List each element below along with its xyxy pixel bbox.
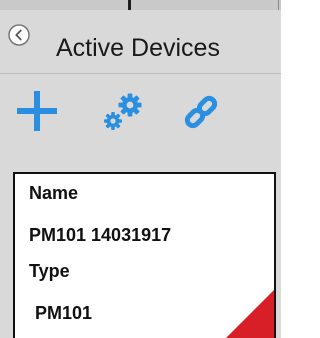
configure-device-button[interactable] (100, 90, 146, 134)
device-card[interactable]: Name PM101 14031917 Type PM101 (13, 172, 276, 338)
gears-icon (104, 93, 142, 130)
connect-device-button[interactable] (180, 92, 222, 132)
circle-chevron-left-icon (8, 24, 30, 46)
active-devices-panel: Active Devices Name PM101 14031917 Type … (0, 0, 288, 338)
top-strip (0, 0, 288, 10)
device-name-value: PM101 14031917 (29, 225, 172, 245)
back-button[interactable] (8, 24, 30, 46)
device-type-label: Type (29, 261, 70, 281)
device-type-value: PM101 (35, 303, 93, 323)
header-divider (0, 73, 281, 74)
plus-icon (17, 91, 57, 131)
panel-title: Active Devices (56, 34, 220, 62)
device-name-label: Name (29, 183, 79, 203)
panel-right-edge (281, 0, 288, 338)
splitter-line (278, 0, 279, 10)
splitter-handle (128, 0, 131, 10)
add-device-button[interactable] (15, 89, 59, 133)
link-icon (184, 95, 218, 129)
status-corner-indicator (226, 290, 274, 338)
